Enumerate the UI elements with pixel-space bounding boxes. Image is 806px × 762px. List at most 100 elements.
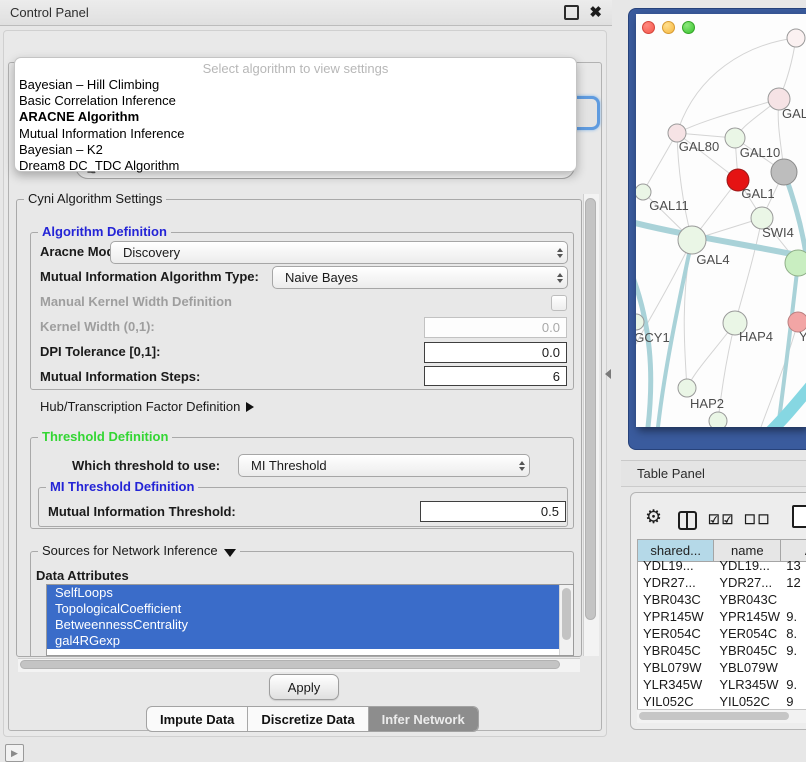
tab-discretize-data[interactable]: Discretize Data: [247, 707, 367, 731]
table-cell: YLR345W: [714, 676, 781, 693]
attribute-item-betweennesscentrality[interactable]: BetweennessCentrality: [47, 617, 560, 633]
node-label-gal4: GAL4: [696, 252, 729, 267]
control-panel-titlebar: Control Panel ✖: [0, 0, 612, 26]
data-attributes-label: Data Attributes: [36, 568, 129, 584]
sources-legend[interactable]: Sources for Network Inference: [38, 544, 240, 558]
kernel-width-field[interactable]: 0.0: [424, 317, 567, 338]
panel-title: Control Panel: [10, 5, 89, 20]
table-cell: 9.: [781, 642, 806, 659]
mi-threshold-label: Mutual Information Threshold:: [48, 504, 236, 520]
table-cell: 12: [781, 574, 806, 591]
algorithm-definition-legend: Algorithm Definition: [38, 225, 171, 239]
dropdown-prompt: Select algorithm to view settings: [15, 60, 576, 77]
algorithm-option-bayesian-hill-climbing[interactable]: Bayesian – Hill Climbing: [15, 77, 576, 93]
table-cell: YER054C: [638, 625, 714, 642]
table-row[interactable]: YER054CYER054C8.: [638, 625, 806, 642]
algorithm-dropdown-popup: Select algorithm to view settings Bayesi…: [14, 57, 577, 172]
table-cell: [781, 591, 806, 608]
node-swi4[interactable]: [785, 250, 806, 276]
node-label-gal1: GAL1: [741, 186, 774, 201]
network-canvas[interactable]: GAL2GAL80GAL10GAL1GAL11SWI4GAL4GCY1HAP4Y…: [636, 14, 806, 427]
table-row[interactable]: YBR043CYBR043C: [638, 591, 806, 608]
attribute-item-gal4rgexp[interactable]: gal4RGexp: [47, 633, 560, 649]
splitter-collapse-arrow[interactable]: [605, 369, 611, 379]
settings-hscroll-thumb[interactable]: [20, 660, 560, 669]
settings-vscroll-thumb[interactable]: [585, 198, 596, 620]
scrollbar-thumb[interactable]: [639, 712, 789, 720]
node-gray[interactable]: [771, 159, 797, 185]
node-gal2[interactable]: [787, 29, 805, 47]
algorithm-option-basic-correlation-inference[interactable]: Basic Correlation Inference: [15, 93, 576, 109]
table-cell: [781, 659, 806, 676]
table-cell: 8.: [781, 625, 806, 642]
table-row[interactable]: YIL052CYIL052C9: [638, 693, 806, 710]
node-label-gcy1: GCY1: [636, 330, 670, 345]
manual-kernel-checkbox[interactable]: [551, 295, 567, 311]
network-edge: [735, 218, 762, 323]
algorithm-option-aracne-algorithm[interactable]: ARACNE Algorithm: [15, 109, 576, 125]
table-cell: YDL19...: [638, 557, 714, 574]
hub-definition-toggle[interactable]: Hub/Transcription Factor Definition: [40, 399, 254, 415]
table-row[interactable]: YDL19...YDL19...13: [638, 557, 806, 574]
network-window[interactable]: GAL2GAL80GAL10GAL1GAL11SWI4GAL4GCY1HAP4Y…: [636, 14, 806, 427]
deselect-all-checkboxes-icon[interactable]: ☐☐: [744, 512, 771, 528]
float-window-icon[interactable]: [564, 5, 579, 20]
node-bottom[interactable]: [709, 412, 727, 427]
table-row[interactable]: YPR145WYPR145W9.: [638, 608, 806, 625]
tab-infer-network[interactable]: Infer Network: [368, 707, 478, 731]
attribute-item-topologicalcoefficient[interactable]: TopologicalCoefficient: [47, 601, 560, 617]
dpi-tolerance-label: DPI Tolerance [0,1]:: [40, 344, 160, 360]
expand-right-icon: [246, 402, 254, 412]
node-label-gal11: GAL11: [649, 198, 689, 213]
table-cell: YDR27...: [714, 574, 781, 591]
cyni-settings-legend: Cyni Algorithm Settings: [24, 192, 166, 206]
table-cell: YIL052C: [638, 693, 714, 710]
table-row[interactable]: YLR345WYLR345W9.: [638, 676, 806, 693]
algorithm-option-mutual-information-inference[interactable]: Mutual Information Inference: [15, 126, 576, 142]
node-hap2[interactable]: [678, 379, 696, 397]
scrollbar-thumb[interactable]: [562, 588, 571, 640]
table-row[interactable]: YBL079WYBL079W: [638, 659, 806, 676]
node-label-hap4: HAP4: [739, 329, 773, 344]
table-row[interactable]: YDR27...YDR27...12: [638, 574, 806, 591]
aracne-mode-select[interactable]: Discovery: [110, 241, 568, 264]
table-cell: YPR145W: [714, 608, 781, 625]
gear-icon[interactable]: ⚙: [645, 508, 662, 528]
dpi-tolerance-field[interactable]: 0.0: [424, 342, 567, 363]
node-label-swi4: SWI4: [762, 225, 794, 240]
table-cell: 9.: [781, 676, 806, 693]
table-panel-titlebar: Table Panel: [621, 460, 806, 487]
apply-button[interactable]: Apply: [269, 674, 339, 700]
collapse-panel-button[interactable]: ▶: [5, 744, 24, 762]
table-row[interactable]: YBR045CYBR045C9.: [638, 642, 806, 659]
node-label-gal2: GAL2: [782, 106, 806, 121]
table-horizontal-scrollbar[interactable]: [637, 709, 806, 723]
data-attributes-list: SelfLoopsTopologicalCoefficientBetweenne…: [46, 584, 574, 656]
table-cell: YDR27...: [638, 574, 714, 591]
table-cell: YBR043C: [714, 591, 781, 608]
table-cell: YIL052C: [714, 693, 781, 710]
which-threshold-select[interactable]: MI Threshold: [238, 454, 530, 477]
table-cell: 9.: [781, 608, 806, 625]
node-label-gal10: GAL10: [740, 145, 780, 160]
algorithm-option-bayesian-k2[interactable]: Bayesian – K2: [15, 142, 576, 158]
combo-arrows-icon: [557, 273, 563, 283]
table-cell: 13: [781, 557, 806, 574]
function-builder-icon[interactable]: [792, 505, 806, 528]
list-vertical-scrollbar[interactable]: [559, 585, 573, 655]
app-root: Control Panel ✖ NetworkStyleSelectCyni T…: [0, 0, 806, 762]
table-panel-title: Table Panel: [637, 466, 705, 481]
network-edge: [764, 386, 806, 427]
mi-threshold-field[interactable]: 0.5: [420, 501, 566, 522]
mi-steps-field[interactable]: 6: [424, 366, 567, 386]
columns-icon[interactable]: [678, 511, 697, 530]
select-all-checkboxes-icon[interactable]: ☑☑: [708, 512, 735, 528]
node-gal4[interactable]: [678, 226, 706, 254]
mi-algorithm-type-select[interactable]: Naive Bayes: [272, 266, 568, 289]
table-cell: YDL19...: [714, 557, 781, 574]
algorithm-option-dream8-dc-tdc-algorithm[interactable]: Dream8 DC_TDC Algorithm: [15, 158, 576, 174]
attribute-item-selfloops[interactable]: SelfLoops: [47, 585, 560, 601]
collapse-down-icon: [224, 549, 236, 557]
close-icon[interactable]: ✖: [589, 7, 602, 18]
tab-impute-data[interactable]: Impute Data: [147, 707, 247, 731]
